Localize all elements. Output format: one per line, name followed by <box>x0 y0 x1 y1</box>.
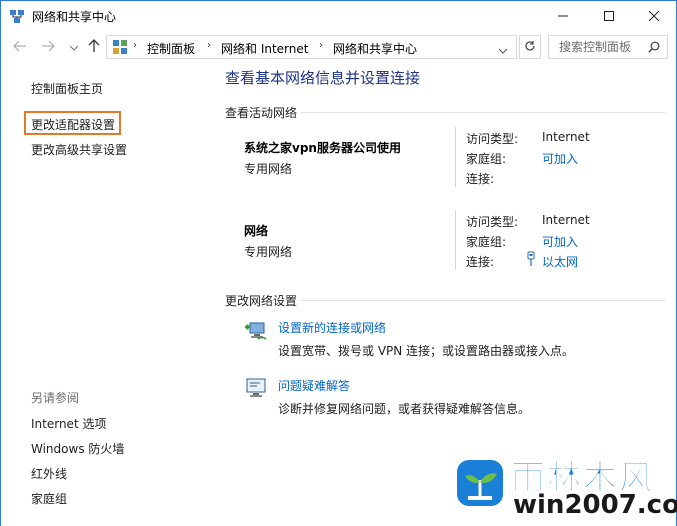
minimize-button[interactable] <box>540 1 586 31</box>
breadcrumb-separator-icon[interactable]: › <box>207 40 211 51</box>
active-networks-label: 查看活动网络 <box>225 104 302 121</box>
control-panel-home-link[interactable]: 控制面板主页 <box>31 80 103 97</box>
see-also-label: 另请参阅 <box>31 391 80 405</box>
network-name: 网络 <box>244 224 269 238</box>
search-box[interactable] <box>548 35 668 59</box>
refresh-button[interactable] <box>519 35 541 59</box>
change-advanced-sharing-link[interactable]: 更改高级共享设置 <box>31 141 127 158</box>
watermark: 雨林木风 win2007.com <box>455 450 677 522</box>
search-icon[interactable] <box>648 41 660 56</box>
close-icon <box>649 11 659 21</box>
troubleshoot-icon <box>244 375 268 399</box>
internet-options-link[interactable]: Internet 选项 <box>31 415 106 432</box>
connections-label: 连接: <box>466 172 495 186</box>
page-title: 查看基本网络信息并设置连接 <box>225 69 421 87</box>
title-bar: 网络和共享中心 <box>0 0 677 30</box>
leaf-logo-icon <box>455 458 505 508</box>
address-history-dropdown[interactable] <box>498 43 508 57</box>
setup-new-connection-description: 设置宽带、拨号或 VPN 连接；或设置路由器或接入点。 <box>278 344 575 358</box>
back-button[interactable] <box>11 38 29 56</box>
change-settings-label: 更改网络设置 <box>225 292 302 309</box>
network-type: 专用网络 <box>244 245 293 259</box>
minimize-icon <box>558 11 568 21</box>
breadcrumb-separator-icon: › <box>133 40 137 51</box>
recent-locations-button[interactable] <box>65 38 83 56</box>
breadcrumb-control-panel[interactable]: 控制面板 <box>147 40 195 57</box>
watermark-url: win2007.com <box>513 490 677 520</box>
access-type-label: 访问类型: <box>466 215 519 229</box>
column-divider <box>455 127 456 187</box>
change-adapter-settings-link[interactable]: 更改适配器设置 <box>31 116 115 133</box>
navigation-bar: › 控制面板 › 网络和 Internet › 网络和共享中心 <box>0 30 677 63</box>
arrow-left-icon <box>13 40 27 55</box>
setup-new-connection-link[interactable]: 设置新的连接或网络 <box>278 319 386 336</box>
homegroup-label: 家庭组: <box>466 235 507 249</box>
close-button[interactable] <box>631 1 677 31</box>
windows-firewall-link[interactable]: Windows 防火墙 <box>31 440 124 457</box>
infrared-link[interactable]: 红外线 <box>31 465 67 482</box>
access-type-label: 访问类型: <box>466 132 519 146</box>
column-divider <box>455 210 456 270</box>
new-connection-icon <box>244 318 268 342</box>
breadcrumb-separator-icon[interactable]: › <box>319 40 323 51</box>
access-type-value: Internet <box>542 213 590 227</box>
access-type-value: Internet <box>542 130 590 144</box>
network-center-icon <box>9 8 25 24</box>
left-pane: 控制面板主页 更改适配器设置 更改高级共享设置 另请参阅 Internet 选项… <box>0 63 212 526</box>
breadcrumb-network-internet[interactable]: 网络和 Internet <box>221 40 308 57</box>
up-button[interactable] <box>85 38 103 56</box>
refresh-icon <box>524 40 536 55</box>
connections-label: 连接: <box>466 255 495 269</box>
forward-button[interactable] <box>39 38 57 56</box>
homegroup-join-link[interactable]: 可加入 <box>542 150 578 167</box>
network-name: 系统之家vpn服务器公司使用 <box>244 141 401 155</box>
homegroup-label: 家庭组: <box>466 152 507 166</box>
arrow-up-icon <box>88 38 100 56</box>
homegroup-link[interactable]: 家庭组 <box>31 490 67 507</box>
window-title: 网络和共享中心 <box>32 10 117 24</box>
homegroup-join-link[interactable]: 可加入 <box>542 233 578 250</box>
address-box[interactable]: › 控制面板 › 网络和 Internet › 网络和共享中心 <box>106 35 517 59</box>
network-type: 专用网络 <box>244 162 293 176</box>
search-input[interactable] <box>559 39 647 55</box>
ethernet-connection-link[interactable]: 以太网 <box>542 253 578 270</box>
troubleshoot-description: 诊断并修复网络问题，或者获得疑难解答信息。 <box>278 402 531 416</box>
arrow-right-icon <box>41 40 55 55</box>
chevron-down-icon <box>69 40 79 54</box>
ethernet-icon[interactable] <box>525 251 537 270</box>
troubleshoot-link[interactable]: 问题疑难解答 <box>278 377 350 394</box>
control-panel-icon <box>112 39 128 55</box>
breadcrumb-sharing-center[interactable]: 网络和共享中心 <box>333 40 417 57</box>
maximize-button[interactable] <box>586 1 632 31</box>
maximize-icon <box>604 11 614 21</box>
